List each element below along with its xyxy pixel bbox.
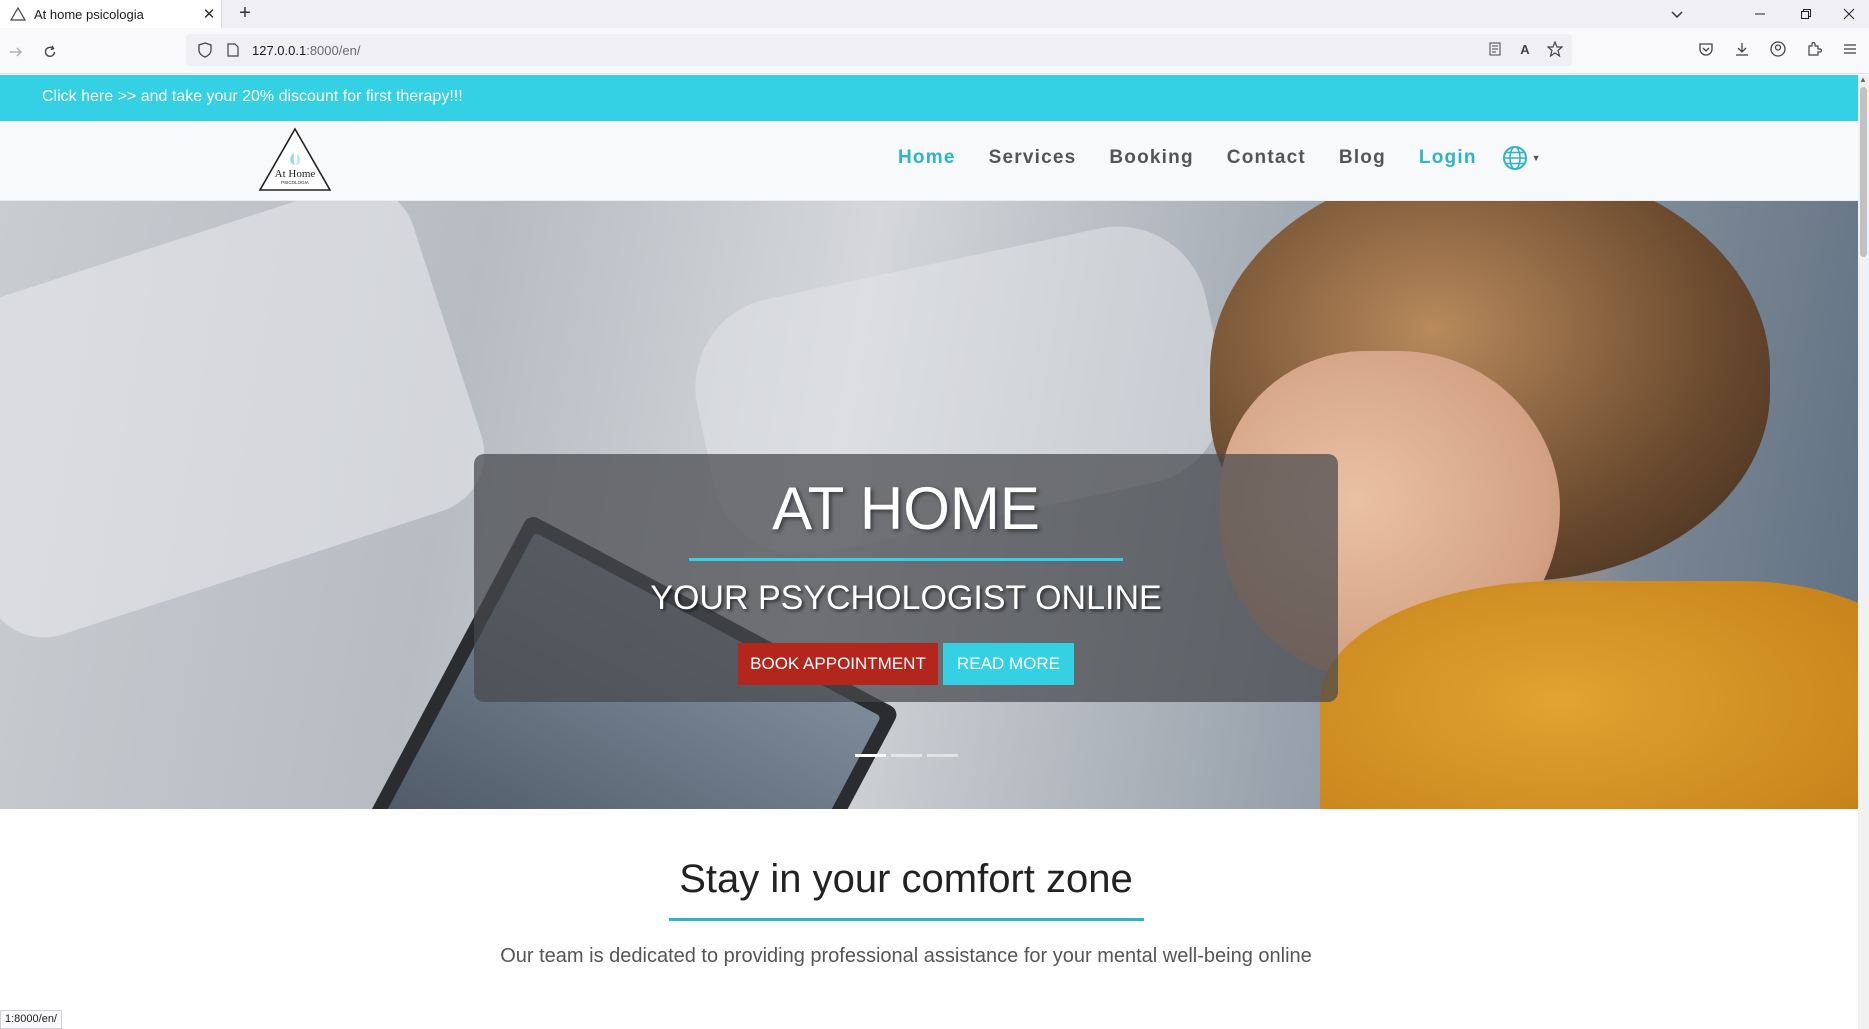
page-info-icon[interactable]	[224, 43, 242, 57]
url-text[interactable]: 127.0.0.1:8000/en/	[252, 43, 360, 58]
site-logo[interactable]: At Home PSICOLOGIA	[258, 127, 332, 193]
hero-divider	[689, 558, 1123, 561]
carousel-indicator[interactable]	[891, 754, 922, 757]
translate-icon[interactable]: A	[1516, 40, 1534, 58]
globe-icon	[1502, 146, 1527, 170]
section-heading: Stay in your comfort zone	[679, 857, 1133, 901]
app-menu-icon[interactable]	[1841, 40, 1859, 58]
browser-tabbar: At home psicologia ✕ +	[0, 0, 1869, 28]
reader-view-icon[interactable]	[1486, 40, 1504, 58]
page-scrollbar[interactable]: ▲	[1858, 75, 1869, 1029]
nav-booking[interactable]: Booking	[1109, 147, 1193, 169]
section-divider	[669, 918, 1144, 921]
read-more-button[interactable]: READ MORE	[943, 643, 1074, 685]
nav-home[interactable]: Home	[898, 147, 956, 169]
minimize-icon[interactable]	[1740, 0, 1780, 28]
shield-icon[interactable]	[196, 42, 214, 58]
hero-carousel: AT HOME YOUR PSYCHOLOGIST ONLINE BOOK AP…	[0, 201, 1858, 809]
url-path: :8000/en/	[306, 42, 361, 58]
nav-blog[interactable]: Blog	[1339, 147, 1386, 169]
link-status-bar: 1:8000/en/	[0, 1010, 62, 1029]
hero-image-person-sweater	[1320, 581, 1858, 809]
nav-contact[interactable]: Contact	[1227, 147, 1306, 169]
comfort-zone-section: Stay in your comfort zone Our team is de…	[0, 809, 1858, 1029]
hero-image-sofa	[0, 201, 500, 654]
tab-close-icon[interactable]: ✕	[197, 5, 221, 23]
account-icon[interactable]	[1769, 40, 1787, 58]
site-header: At Home PSICOLOGIA Home Services Booking…	[0, 121, 1858, 201]
restore-icon[interactable]	[1786, 0, 1826, 28]
logo-subtext: PSICOLOGIA	[281, 180, 309, 185]
carousel-indicators	[855, 754, 958, 757]
new-tab-button[interactable]: +	[234, 0, 256, 28]
page-viewport: Click here >> and take your 20% discount…	[0, 75, 1858, 1029]
tab-title: At home psicologia	[34, 6, 144, 22]
caret-down-icon: ▼	[1531, 153, 1541, 163]
bookmark-star-icon[interactable]	[1546, 40, 1564, 58]
section-text: Our team is dedicated to providing profe…	[500, 945, 1312, 967]
forward-icon[interactable]	[2, 38, 30, 66]
language-dropdown[interactable]: ▼	[1502, 145, 1541, 171]
hero-subtitle: YOUR PSYCHOLOGIST ONLINE	[650, 579, 1162, 617]
browser-tab[interactable]: At home psicologia ✕	[0, 0, 222, 28]
close-window-icon[interactable]	[1829, 0, 1869, 28]
nav-services[interactable]: Services	[989, 147, 1077, 169]
promo-link[interactable]: Click here >> and take your 20% discount…	[42, 88, 463, 106]
logo-text: At Home	[275, 168, 316, 180]
main-nav: Home Services Booking Contact Blog Login…	[898, 145, 1541, 171]
extensions-icon[interactable]	[1805, 40, 1823, 58]
hero-title: AT HOME	[772, 475, 1040, 542]
nav-login[interactable]: Login	[1419, 147, 1477, 169]
carousel-indicator[interactable]	[927, 754, 958, 757]
url-host: 127.0.0.1	[252, 42, 307, 58]
promo-banner: Click here >> and take your 20% discount…	[0, 75, 1858, 121]
downloads-icon[interactable]	[1733, 40, 1751, 58]
scrollbar-thumb[interactable]	[1860, 87, 1867, 257]
carousel-indicator[interactable]	[855, 754, 886, 757]
hero-caption: AT HOME YOUR PSYCHOLOGIST ONLINE BOOK AP…	[474, 454, 1338, 702]
site-favicon-icon	[10, 7, 26, 21]
scroll-up-icon[interactable]: ▲	[1859, 75, 1867, 84]
address-bar[interactable]: 127.0.0.1:8000/en/ A	[186, 34, 1572, 66]
browser-navbar: 127.0.0.1:8000/en/ A	[0, 28, 1869, 74]
pocket-icon[interactable]	[1697, 40, 1715, 58]
book-appointment-button[interactable]: BOOK APPOINTMENT	[738, 643, 938, 685]
tab-list-chevron-icon[interactable]	[1657, 0, 1697, 28]
reload-icon[interactable]	[36, 38, 64, 66]
